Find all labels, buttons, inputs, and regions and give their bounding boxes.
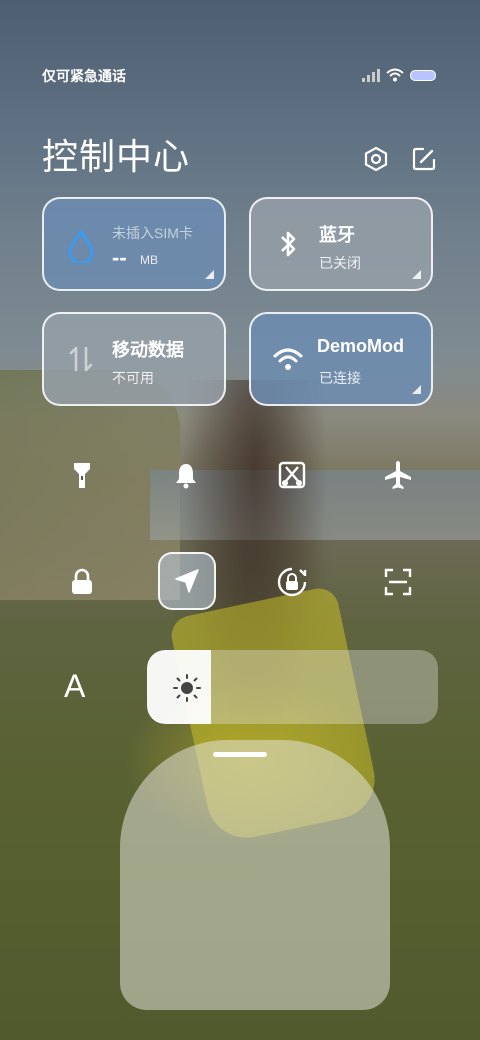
airplane-toggle[interactable] [378, 455, 418, 495]
mobile-data-tile[interactable]: 移动数据 不可用 [42, 312, 226, 406]
rotation-lock-icon [277, 567, 307, 597]
mobile-data-status: 不可用 [112, 370, 154, 386]
silent-toggle[interactable] [166, 455, 206, 495]
wifi-icon [273, 348, 303, 370]
status-icons [362, 68, 436, 82]
tile-expand-indicator [205, 270, 214, 279]
signal-icon [362, 68, 380, 82]
water-drop-icon [68, 229, 94, 263]
data-usage-tile[interactable]: 未插入SIM卡 -- MB [42, 197, 226, 291]
bluetooth-tile[interactable]: 蓝牙 已关闭 [249, 197, 433, 291]
wifi-tile[interactable]: DemoMod 已连接 [249, 312, 433, 406]
tile-expand-indicator [412, 385, 421, 394]
wallpaper-skirt [120, 740, 390, 1010]
wifi-network-name: DemoMod [317, 336, 404, 356]
screenshot-toggle[interactable] [272, 455, 312, 495]
tile-expand-indicator [412, 270, 421, 279]
screenshot-icon [278, 461, 306, 489]
drag-handle[interactable] [213, 752, 267, 757]
usage-value: -- [112, 245, 127, 270]
bluetooth-icon [281, 231, 296, 257]
scan-icon [384, 568, 412, 596]
lock-screen-toggle[interactable] [62, 562, 102, 602]
auto-brightness-button[interactable]: A [64, 668, 85, 705]
scanner-toggle[interactable] [378, 562, 418, 602]
battery-icon [410, 69, 436, 81]
usage-unit: MB [140, 253, 158, 267]
location-toggle[interactable] [158, 552, 216, 610]
sun-icon [173, 674, 201, 702]
brightness-slider[interactable] [147, 650, 438, 724]
bluetooth-label: 蓝牙 [319, 225, 355, 245]
mobile-data-label: 移动数据 [112, 340, 184, 360]
status-bar: 仅可紧急通话 [42, 66, 436, 86]
page-title: 控制中心 [42, 136, 191, 177]
sim-status: 未插入SIM卡 [112, 225, 193, 241]
location-arrow-icon [175, 569, 199, 593]
flashlight-toggle[interactable] [62, 455, 102, 495]
mobile-data-icon [69, 346, 93, 372]
wifi-status: 已连接 [319, 370, 361, 386]
rotation-lock-toggle[interactable] [272, 562, 312, 602]
settings-icon[interactable] [363, 146, 389, 172]
wifi-icon [386, 68, 404, 82]
bluetooth-status: 已关闭 [319, 255, 361, 271]
airplane-icon [385, 461, 411, 489]
flashlight-icon [74, 463, 90, 488]
carrier-text: 仅可紧急通话 [42, 68, 126, 84]
edit-icon[interactable] [411, 146, 437, 172]
lock-icon [72, 568, 92, 594]
bell-icon [176, 464, 196, 489]
